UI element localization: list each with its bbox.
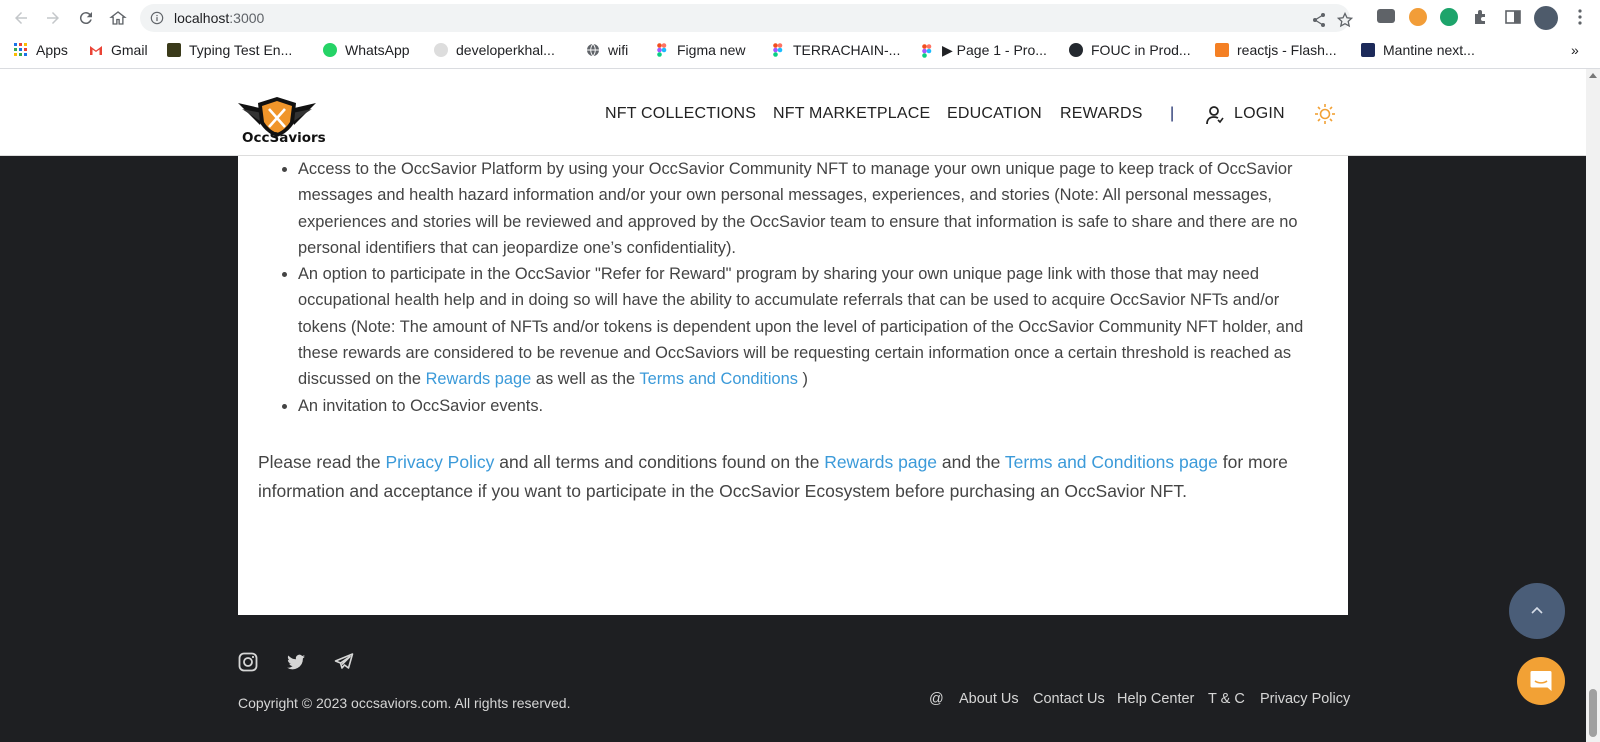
more-bookmarks-button[interactable]: » <box>1571 42 1579 58</box>
bookmark-label: developerkhal... <box>456 42 555 58</box>
footer-about-us-link[interactable]: About Us <box>959 691 1019 707</box>
bookmark-label: Apps <box>36 42 68 58</box>
bookmark-label: wifi <box>608 42 629 58</box>
list-item-text: Access to the OccSavior Platform by usin… <box>298 160 1298 257</box>
react-icon <box>1361 43 1375 57</box>
scrollbar-thumb[interactable] <box>1589 689 1597 737</box>
scroll-up-arrow-icon[interactable] <box>1589 73 1597 78</box>
site-header: OccSaviors NFT COLLECTIONS NFT MARKETPLA… <box>0 69 1586 156</box>
footer-tc-link[interactable]: T & C <box>1208 691 1245 707</box>
bookmark-terrachain[interactable]: TERRACHAIN-... <box>771 42 900 58</box>
logo-text[interactable]: OccSaviors <box>242 130 326 146</box>
extensions-puzzle-icon[interactable] <box>1472 8 1490 26</box>
instagram-icon[interactable] <box>238 652 258 672</box>
bookmark-star-icon[interactable] <box>1337 12 1353 28</box>
bookmark-typing-test[interactable]: Typing Test En... <box>167 42 292 58</box>
bookmark-page1[interactable]: ▶ Page 1 - Pro... <box>920 42 1047 59</box>
page-scrollbar[interactable] <box>1586 69 1600 742</box>
bookmark-figma-new[interactable]: Figma new <box>655 42 745 58</box>
whatsapp-icon <box>323 43 337 57</box>
extension-card-icon[interactable] <box>1377 9 1395 23</box>
github-icon <box>1069 43 1083 57</box>
figma-icon <box>922 43 932 58</box>
acceptance-paragraph: Please read the Privacy Policy and all t… <box>258 452 1288 501</box>
bookmarks-bar: Apps Gmail Typing Test En... WhatsApp de… <box>0 36 1600 66</box>
browser-chrome: localhost:3000 Apps Gmail Typing Test En… <box>0 0 1600 69</box>
site-info-icon[interactable] <box>150 11 164 25</box>
bookmark-mantine[interactable]: Mantine next... <box>1361 42 1475 58</box>
side-panel-icon[interactable] <box>1504 8 1522 26</box>
bookmark-fouc[interactable]: FOUC in Prod... <box>1069 42 1191 58</box>
browser-toolbar: localhost:3000 <box>0 0 1600 36</box>
user-icon[interactable] <box>1206 105 1224 125</box>
footer-contact-us-link[interactable]: Contact Us <box>1033 691 1105 707</box>
nav-divider: | <box>1170 105 1175 122</box>
bookmark-label: TERRACHAIN-... <box>793 42 901 58</box>
privacy-policy-link[interactable]: Privacy Policy <box>385 452 494 472</box>
footer-help-center-link[interactable]: Help Center <box>1117 691 1194 707</box>
bookmark-label: FOUC in Prod... <box>1091 42 1191 58</box>
email-at-link[interactable]: @ <box>929 691 944 707</box>
bookmark-developer[interactable]: developerkhal... <box>434 42 555 58</box>
back-arrow-icon[interactable] <box>9 6 33 30</box>
bookmark-wifi[interactable]: wifi <box>586 42 628 58</box>
profile-avatar[interactable] <box>1534 6 1558 30</box>
extension-grammarly-icon[interactable] <box>1440 8 1458 26</box>
telegram-icon[interactable] <box>334 652 354 672</box>
typing-test-icon <box>167 43 181 57</box>
bookmark-gmail[interactable]: Gmail <box>89 42 148 58</box>
bookmark-label: Gmail <box>111 42 148 58</box>
list-item-text: An invitation to OccSavior events. <box>298 396 544 415</box>
main-content-card: Access to the OccSavior Platform by usin… <box>238 156 1348 615</box>
stackoverflow-icon <box>1215 43 1229 57</box>
chat-bubble-icon <box>1530 671 1552 691</box>
rewards-page-link-2[interactable]: Rewards page <box>824 452 937 472</box>
chevron-up-icon <box>1531 606 1543 614</box>
url-text: localhost:3000 <box>174 10 265 26</box>
list-item: Access to the OccSavior Platform by usin… <box>298 156 1328 261</box>
list-item: An option to participate in the OccSavio… <box>298 261 1328 392</box>
bookmark-reactjs[interactable]: reactjs - Flash... <box>1215 42 1337 58</box>
nav-nft-marketplace[interactable]: NFT MARKETPLACE <box>773 105 930 123</box>
reload-icon[interactable] <box>74 6 98 30</box>
twitter-icon[interactable] <box>286 652 306 672</box>
nav-rewards[interactable]: REWARDS <box>1060 105 1143 123</box>
benefits-list: Access to the OccSavior Platform by usin… <box>278 156 1328 419</box>
apps-grid-icon <box>14 43 27 56</box>
share-icon[interactable] <box>1311 12 1327 28</box>
bookmark-label: Typing Test En... <box>189 42 293 58</box>
chat-launcher-button[interactable] <box>1517 657 1565 705</box>
menu-kebab-icon[interactable] <box>1571 8 1589 26</box>
bookmark-label: Mantine next... <box>1383 42 1475 58</box>
list-item: An invitation to OccSavior events. <box>298 393 1328 419</box>
footer-privacy-policy-link[interactable]: Privacy Policy <box>1260 691 1350 707</box>
bookmark-label: Figma new <box>677 42 746 58</box>
copyright-text: Copyright © 2023 occsaviors.com. All rig… <box>238 695 571 711</box>
bookmark-apps[interactable]: Apps <box>14 42 68 58</box>
page-viewport: OccSaviors NFT COLLECTIONS NFT MARKETPLA… <box>0 69 1586 742</box>
address-bar[interactable]: localhost:3000 <box>140 4 1353 32</box>
rewards-page-link[interactable]: Rewards page <box>426 370 532 388</box>
bookmark-label: reactjs - Flash... <box>1237 42 1337 58</box>
extension-g-icon[interactable] <box>1409 8 1427 26</box>
sun-theme-toggle-icon[interactable] <box>1314 103 1336 125</box>
nav-education[interactable]: EDUCATION <box>947 105 1042 123</box>
bookmark-whatsapp[interactable]: WhatsApp <box>323 42 410 58</box>
bookmark-label: WhatsApp <box>345 42 410 58</box>
globe-icon <box>587 43 599 57</box>
forward-arrow-icon[interactable] <box>41 6 65 30</box>
terms-and-conditions-link[interactable]: Terms and Conditions <box>639 370 798 388</box>
figma-icon <box>773 43 783 57</box>
list-item-text: as well as the <box>531 370 640 389</box>
terms-and-conditions-page-link[interactable]: Terms and Conditions page <box>1005 452 1218 472</box>
gmail-icon <box>90 46 102 55</box>
developer-icon <box>434 43 448 57</box>
list-item-text: ) <box>797 370 808 389</box>
figma-icon <box>657 43 667 57</box>
nav-login[interactable]: LOGIN <box>1234 105 1285 123</box>
nav-nft-collections[interactable]: NFT COLLECTIONS <box>605 105 756 123</box>
home-icon[interactable] <box>106 6 130 30</box>
bookmark-label: ▶ Page 1 - Pro... <box>942 42 1047 58</box>
scroll-to-top-button[interactable] <box>1509 583 1565 639</box>
